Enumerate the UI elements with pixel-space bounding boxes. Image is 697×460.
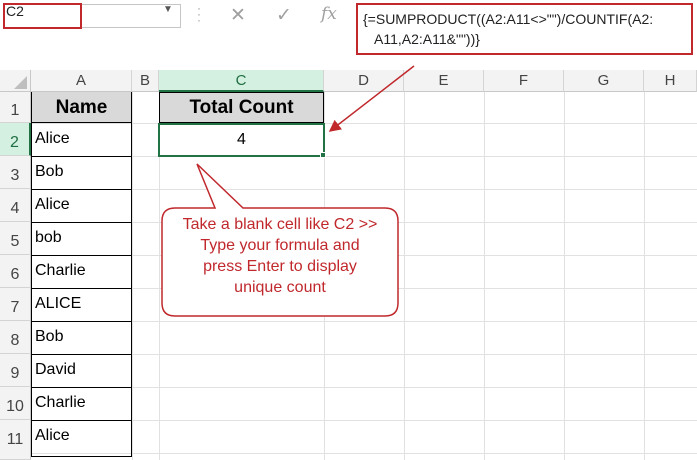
callout-text: Take a blank cell like C2 >> Type your f…: [166, 214, 394, 298]
callout-line-3: press Enter to display: [203, 258, 357, 275]
callout-line-1: Take a blank cell like C2 >>: [182, 216, 378, 233]
callout-line-2: Type your formula and: [200, 237, 360, 254]
callout-line-4: unique count: [234, 279, 326, 296]
annotation-arrow: [328, 65, 415, 132]
